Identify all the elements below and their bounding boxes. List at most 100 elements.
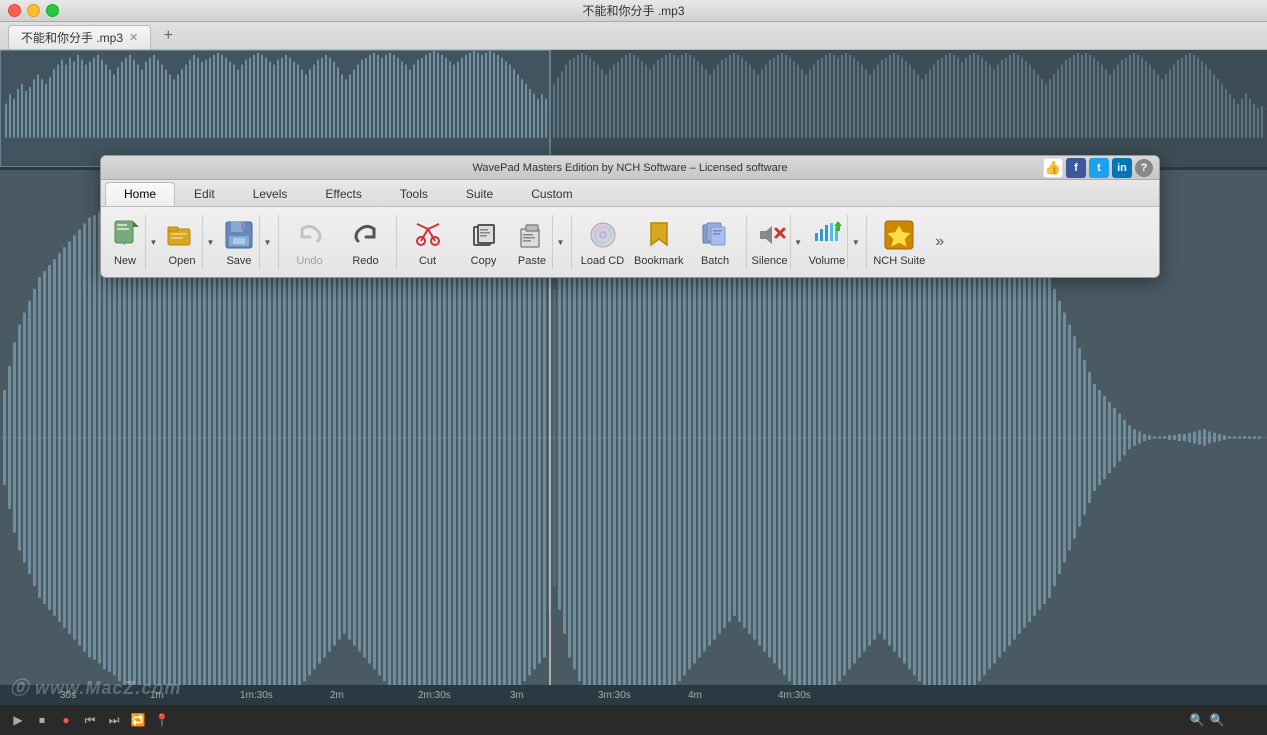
bookmark-button[interactable]: Bookmark [631,211,687,273]
redo-button[interactable]: Redo [338,211,393,273]
tab-tools[interactable]: Tools [381,182,447,206]
stop-icon[interactable]: ⏹ [32,710,52,730]
tab-suite[interactable]: Suite [447,182,512,206]
open-dropdown-arrow[interactable]: ▼ [202,215,216,269]
title-bar: 不能和你分手 .mp3 [0,0,1267,22]
window-controls[interactable] [8,4,59,17]
marker-icon[interactable]: 📍 [152,710,172,730]
open-label: Open [169,255,196,267]
social-buttons: 👍 f t in ? [1043,158,1153,178]
save-icon [221,217,257,253]
timeline-3m: 3m [510,690,524,701]
toolbar-titlebar: WavePad Masters Edition by NCH Software … [101,156,1159,180]
zoom-out-icon[interactable]: 🔍 [1207,710,1227,730]
twitter-button[interactable]: t [1089,158,1109,178]
volume-button[interactable]: Volume ▼ [807,211,864,273]
file-tab[interactable]: 不能和你分手 .mp3 ✕ [8,25,151,49]
ff-icon[interactable]: ⏭ [104,710,124,730]
maximize-button[interactable] [46,4,59,17]
open-icon [164,217,200,253]
silence-button[interactable]: Silence ▼ [750,211,806,273]
tab-label: 不能和你分手 .mp3 [21,29,123,46]
rewind-icon[interactable]: ⏮ [80,710,100,730]
new-icon: ♪ [107,217,143,253]
batch-label: Batch [701,255,729,267]
silence-icon [752,217,788,253]
redo-label: Redo [352,255,378,267]
new-label: New [114,255,136,267]
timeline-2m: 2m [330,690,344,701]
window-title: 不能和你分手 .mp3 [582,2,684,19]
silence-dropdown-arrow[interactable]: ▼ [790,215,804,269]
undo-label: Undo [296,255,322,267]
load-cd-label: Load CD [581,255,624,267]
timeline-30s: 30s [60,690,76,701]
paste-button[interactable]: Paste ▼ [512,211,568,273]
linkedin-button[interactable]: in [1112,158,1132,178]
volume-label: Volume [809,255,846,267]
nch-suite-button[interactable]: NCH Suite [870,211,928,273]
timeline-4m: 4m [688,690,702,701]
tab-edit[interactable]: Edit [175,182,234,206]
nav-tabs: Home Edit Levels Effects Tools Suite Cus… [101,180,1159,207]
toolbar-buttons-area: ♪ New ▼ [101,207,1159,277]
zoom-in-icon[interactable]: 🔍 [1187,710,1207,730]
close-button[interactable] [8,4,21,17]
new-button[interactable]: ♪ New ▼ [105,211,161,273]
tab-custom[interactable]: Custom [512,182,591,206]
save-label: Save [226,255,251,267]
paste-dropdown-arrow[interactable]: ▼ [552,215,566,269]
tab-home[interactable]: Home [105,182,175,206]
new-dropdown-arrow[interactable]: ▼ [145,215,159,269]
load-cd-icon [585,217,621,253]
timeline-2m30s: 2m:30s [418,690,451,701]
copy-label: Copy [471,255,497,267]
timeline-1m30s: 1m:30s [240,690,273,701]
bottom-toolbar: ▶ ⏹ ● ⏮ ⏭ 🔁 📍 🔍 🔍 [0,705,1267,735]
volume-icon [809,217,845,253]
nch-suite-icon [881,217,917,253]
play-icon[interactable]: ▶ [8,710,28,730]
tab-close-button[interactable]: ✕ [129,31,138,44]
svg-text:♪: ♪ [123,237,128,247]
copy-button[interactable]: Copy [456,211,511,273]
toolbar-window: WavePad Masters Edition by NCH Software … [100,155,1160,278]
minimize-button[interactable] [27,4,40,17]
cut-label: Cut [419,255,436,267]
waveform-overview[interactable] [0,50,1267,170]
record-icon[interactable]: ● [56,710,76,730]
redo-icon [348,217,384,253]
batch-button[interactable]: Batch [688,211,743,273]
save-dropdown-arrow[interactable]: ▼ [259,215,273,269]
bookmark-label: Bookmark [634,255,684,267]
open-button[interactable]: Open ▼ [162,211,218,273]
undo-button[interactable]: Undo [282,211,337,273]
sep4 [746,215,747,269]
tab-bar: 不能和你分手 .mp3 ✕ + [0,22,1267,50]
facebook-button[interactable]: f [1066,158,1086,178]
more-button[interactable]: » [929,211,950,273]
new-tab-button[interactable]: + [157,25,179,47]
cut-icon [410,217,446,253]
help-button[interactable]: ? [1135,159,1153,177]
paste-label: Paste [518,255,546,267]
save-button[interactable]: Save ▼ [219,211,275,273]
silence-label: Silence [752,255,788,267]
nch-suite-label: NCH Suite [873,255,925,267]
undo-icon [292,217,328,253]
paste-icon [514,217,550,253]
more-icon: » [935,233,944,251]
timeline-4m30s: 4m:30s [778,690,811,701]
sep2 [396,215,397,269]
like-button[interactable]: 👍 [1043,158,1063,178]
volume-dropdown-arrow[interactable]: ▼ [847,215,861,269]
batch-icon [697,217,733,253]
cut-button[interactable]: Cut [400,211,455,273]
sep5 [866,215,867,269]
tab-levels[interactable]: Levels [234,182,307,206]
waveform-container: 30s 1m 1m:30s 2m 2m:30s 3m 3m:30s 4m 4m:… [0,50,1267,735]
toolbar-title: WavePad Masters Edition by NCH Software … [472,162,787,174]
loop-icon[interactable]: 🔁 [128,710,148,730]
load-cd-button[interactable]: Load CD [575,211,630,273]
tab-effects[interactable]: Effects [306,182,380,206]
